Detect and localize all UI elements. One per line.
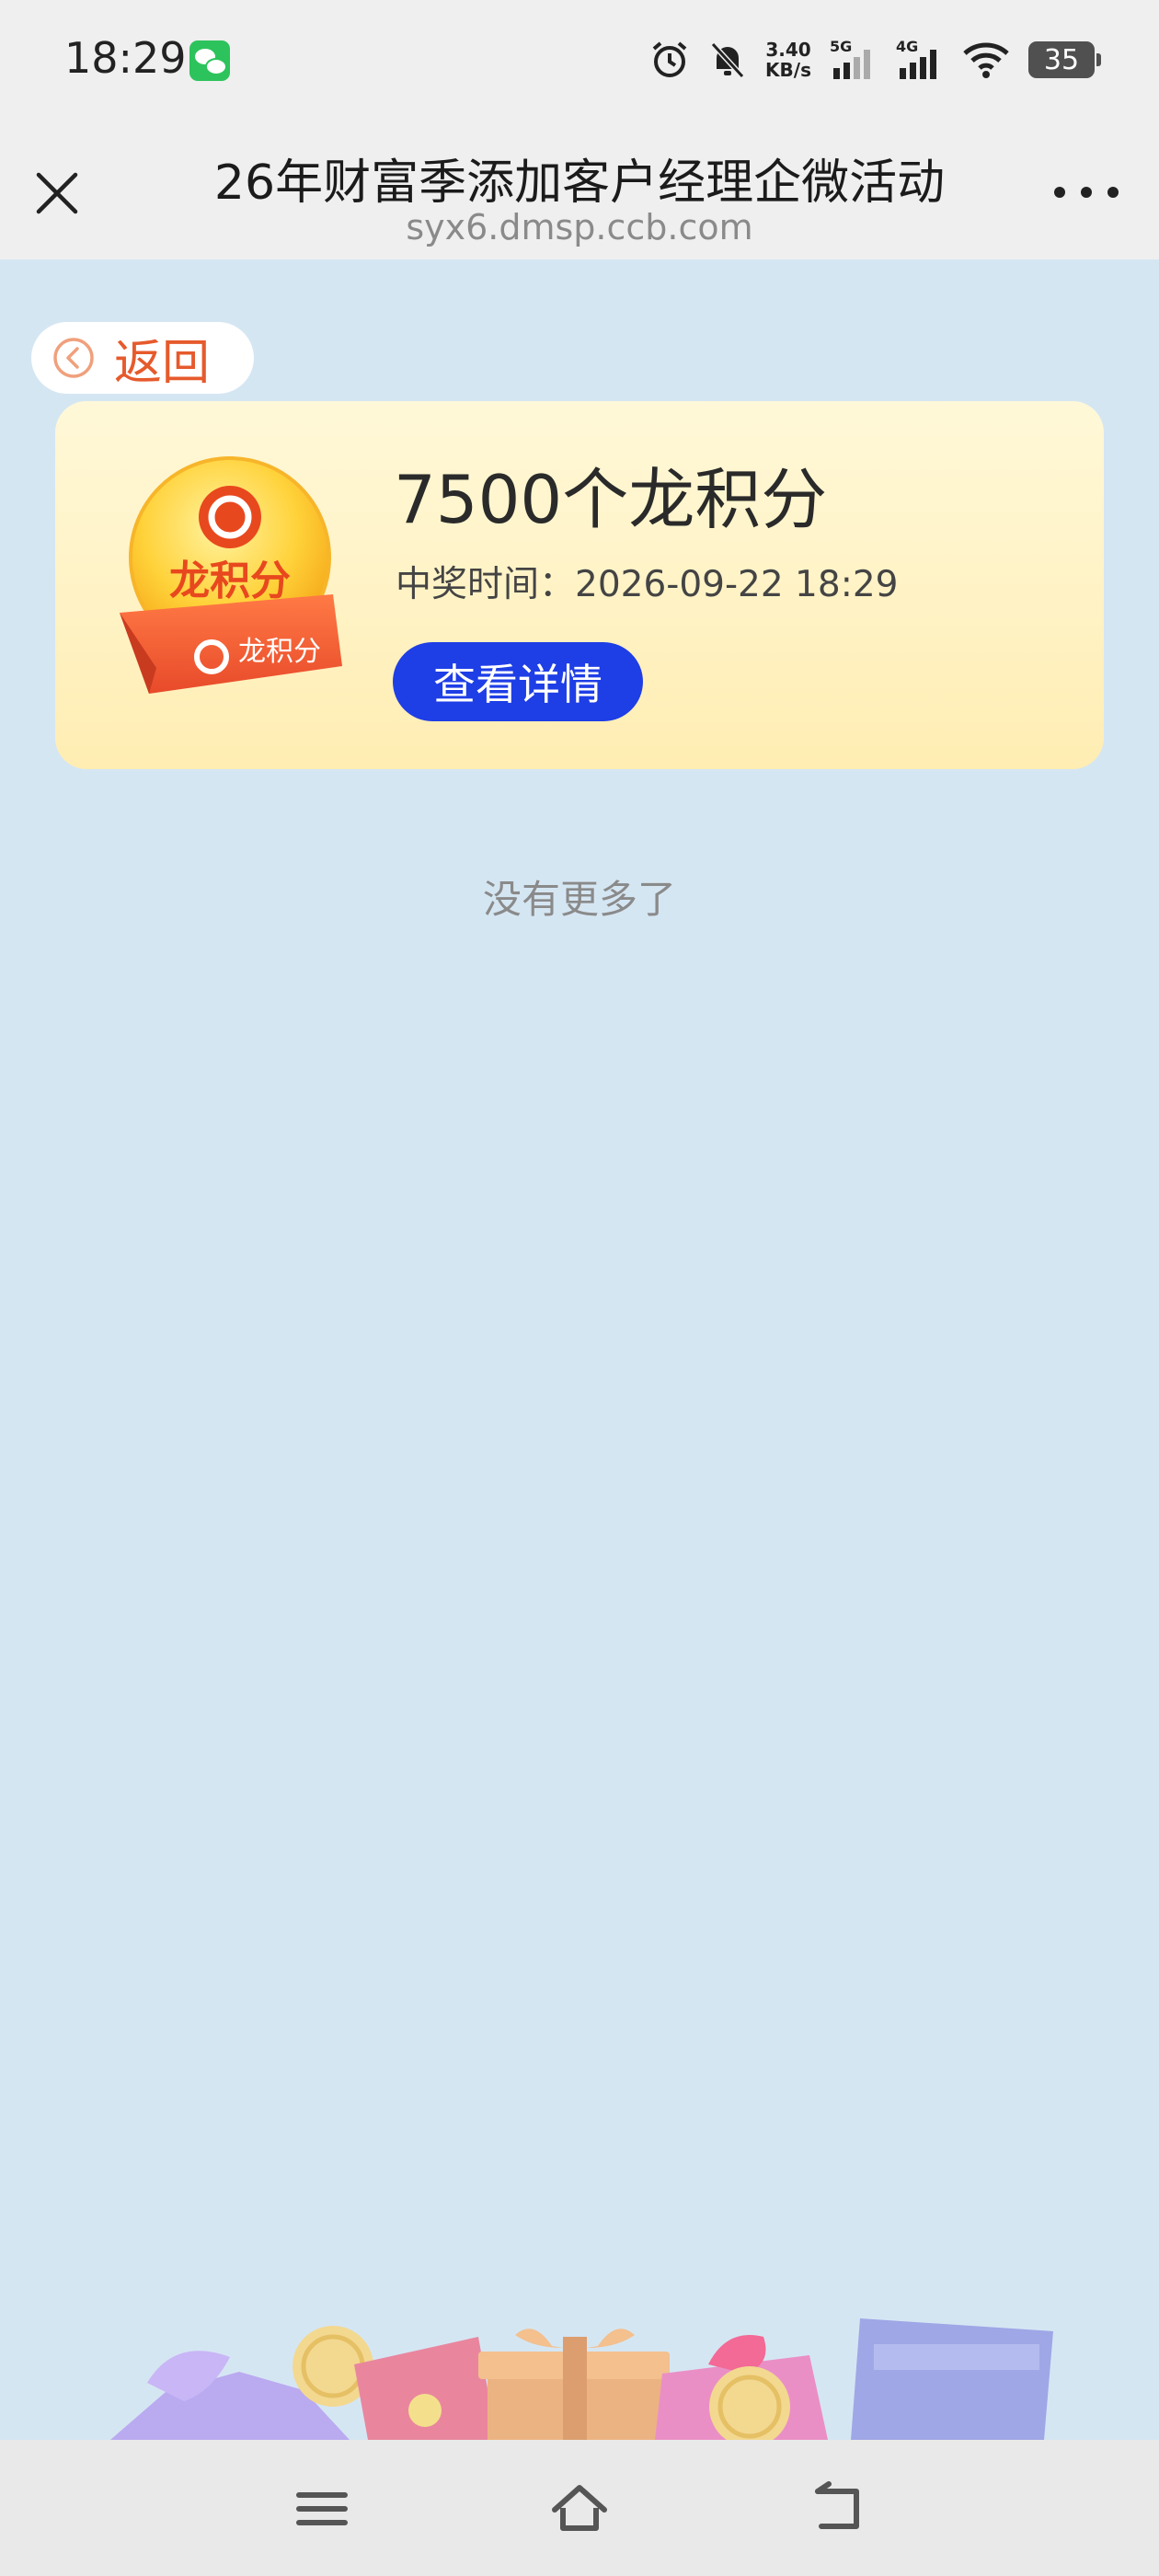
more-options-button[interactable] (1054, 178, 1119, 206)
close-button[interactable] (31, 167, 83, 219)
back-button[interactable]: 返回 (31, 322, 254, 394)
sim1-label: 5G (830, 39, 852, 55)
status-icons: 3.40 KB/s 5G 4G 35 (649, 37, 1101, 83)
sim2-label: 4G (896, 39, 918, 55)
battery-level: 35 (1043, 43, 1080, 76)
sim1-signal-icon: 5G (830, 39, 878, 81)
prize-name: 7500个龙积分 (394, 461, 828, 538)
page-title: 26年财富季添加客户经理企微活动 (213, 155, 946, 211)
prize-card: 龙积分 龙积分 7500个龙积分 中奖时间：2026-09-22 18:29 查… (55, 401, 1104, 769)
coin-badge-text: 龙积分 (169, 558, 291, 604)
back-arrow-icon (815, 2481, 859, 2529)
status-time: 18:29 (64, 33, 187, 83)
battery-icon: 35 (1028, 41, 1101, 78)
status-bar: 18:29 3.40 KB/s 5G 4G 35 (0, 0, 1159, 120)
wifi-icon (962, 40, 1010, 79)
page-url: syx6.dmsp.ccb.com (406, 207, 753, 247)
prize-time-value: 2026-09-22 18:29 (575, 564, 899, 605)
more-dot-icon (1107, 187, 1119, 198)
system-nav-bar (0, 2440, 1159, 2576)
wechat-icon (189, 40, 230, 81)
list-end-text: 没有更多了 (482, 877, 676, 922)
prize-time: 中奖时间：2026-09-22 18:29 (396, 556, 898, 607)
sim2-signal-icon: 4G (896, 39, 944, 81)
menu-icon (296, 2492, 348, 2525)
box-badge-text: 龙积分 (238, 636, 321, 668)
chevron-left-circle-icon (53, 338, 94, 378)
more-dot-icon (1081, 187, 1092, 198)
network-speed: 3.40 KB/s (765, 40, 811, 80)
mute-bell-icon (708, 40, 747, 80)
alarm-icon (649, 40, 690, 80)
network-speed-unit: KB/s (765, 59, 811, 81)
browser-titlebar: 26年财富季添加客户经理企微活动 syx6.dmsp.ccb.com (0, 120, 1159, 259)
home-button[interactable] (547, 2477, 612, 2541)
back-button-label: 返回 (114, 335, 211, 391)
gift-decoration-illustration (110, 2318, 1053, 2440)
dragon-points-coin-icon: 龙积分 龙积分 (120, 456, 342, 694)
system-back-button[interactable] (805, 2477, 869, 2541)
home-icon (552, 2485, 607, 2531)
close-icon (36, 172, 78, 214)
more-dot-icon (1054, 187, 1065, 198)
prize-time-label: 中奖时间： (396, 564, 576, 605)
network-speed-value: 3.40 (765, 39, 811, 61)
view-details-button[interactable]: 查看详情 (393, 642, 643, 721)
recent-apps-button[interactable] (290, 2477, 354, 2541)
